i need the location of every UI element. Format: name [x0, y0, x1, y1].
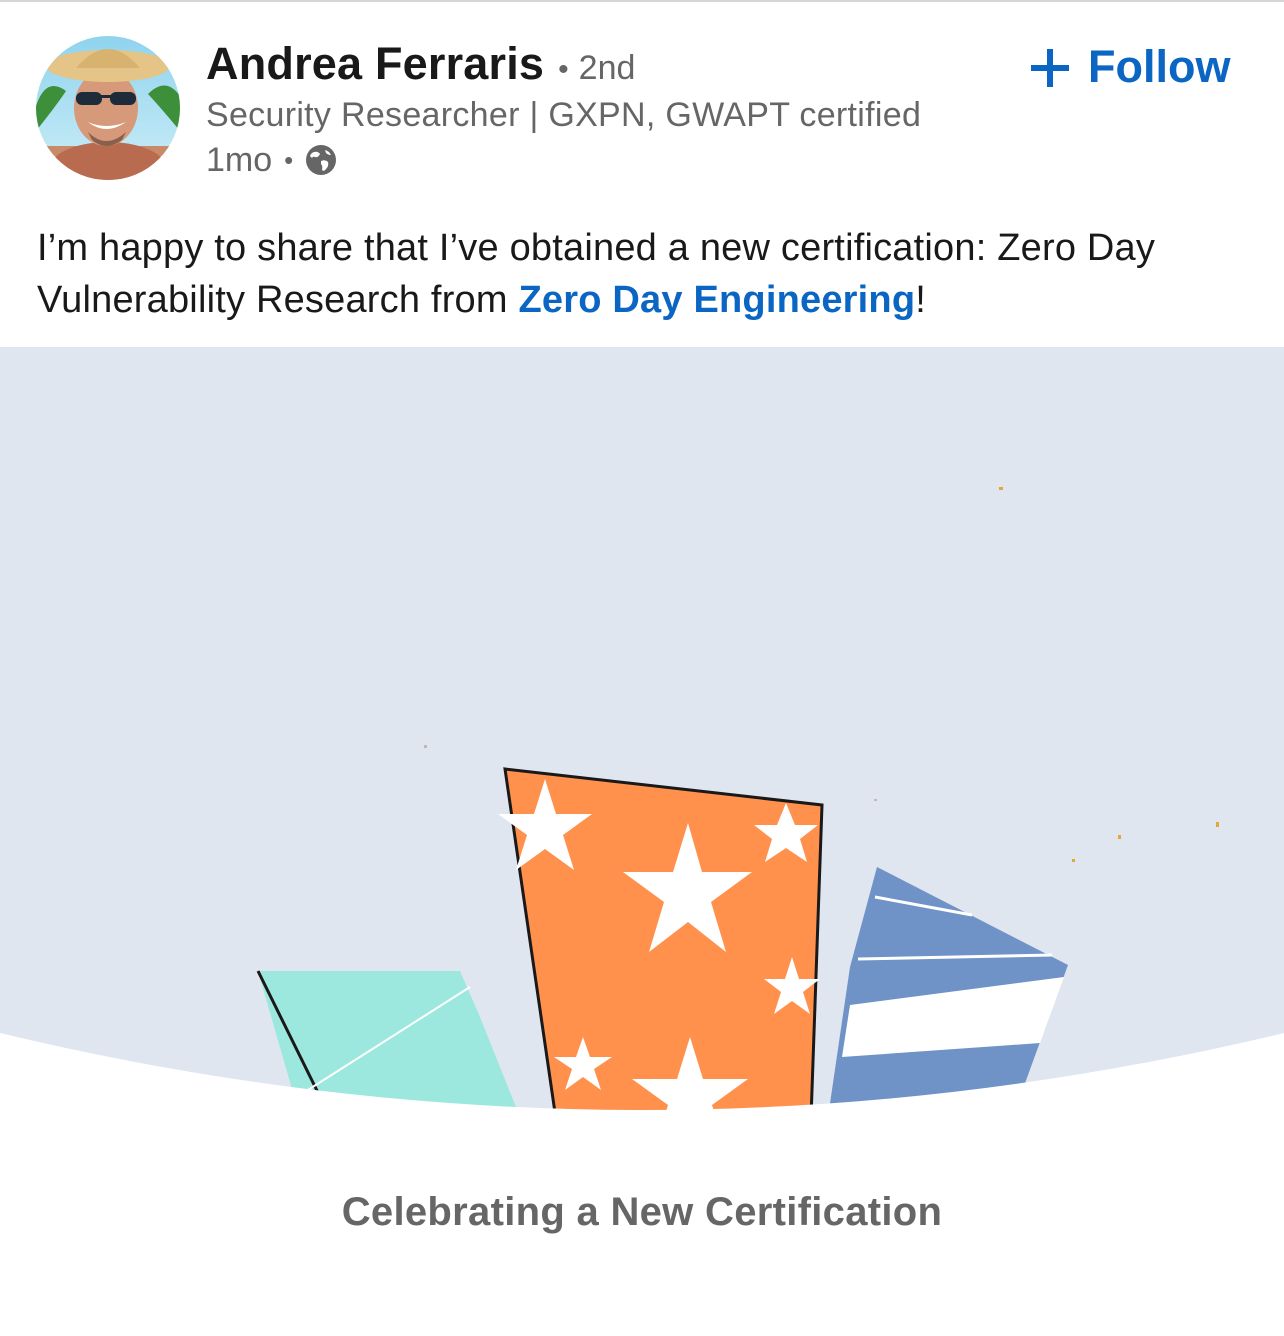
post-meta: 1mo • — [206, 140, 337, 180]
celebration-illustration — [0, 347, 1284, 1147]
avatar-photo-icon — [36, 36, 180, 180]
follow-button[interactable]: Follow — [1030, 36, 1230, 98]
meta-separator: • — [284, 144, 294, 175]
certification-banner[interactable] — [0, 347, 1284, 1147]
post-body: I’m happy to share that I’ve obtained a … — [37, 222, 1247, 326]
company-link[interactable]: Zero Day Engineering — [519, 279, 916, 321]
plus-icon — [1030, 47, 1070, 87]
author-avatar[interactable] — [36, 36, 180, 180]
degree-separator: • — [558, 53, 569, 86]
banner-caption: Celebrating a New Certification — [341, 1190, 943, 1234]
post-text-end: ! — [915, 279, 927, 321]
globe-icon — [305, 144, 337, 176]
author-headline: Security Researcher | GXPN, GWAPT certif… — [206, 96, 922, 134]
post-age: 1mo — [206, 140, 273, 179]
post-header: Andrea Ferraris • 2nd Security Researche… — [0, 0, 1284, 200]
author-line: Andrea Ferraris • 2nd — [206, 38, 635, 98]
author-name[interactable]: Andrea Ferraris — [206, 38, 544, 90]
connection-degree: 2nd — [578, 49, 636, 87]
follow-label: Follow — [1088, 41, 1231, 92]
